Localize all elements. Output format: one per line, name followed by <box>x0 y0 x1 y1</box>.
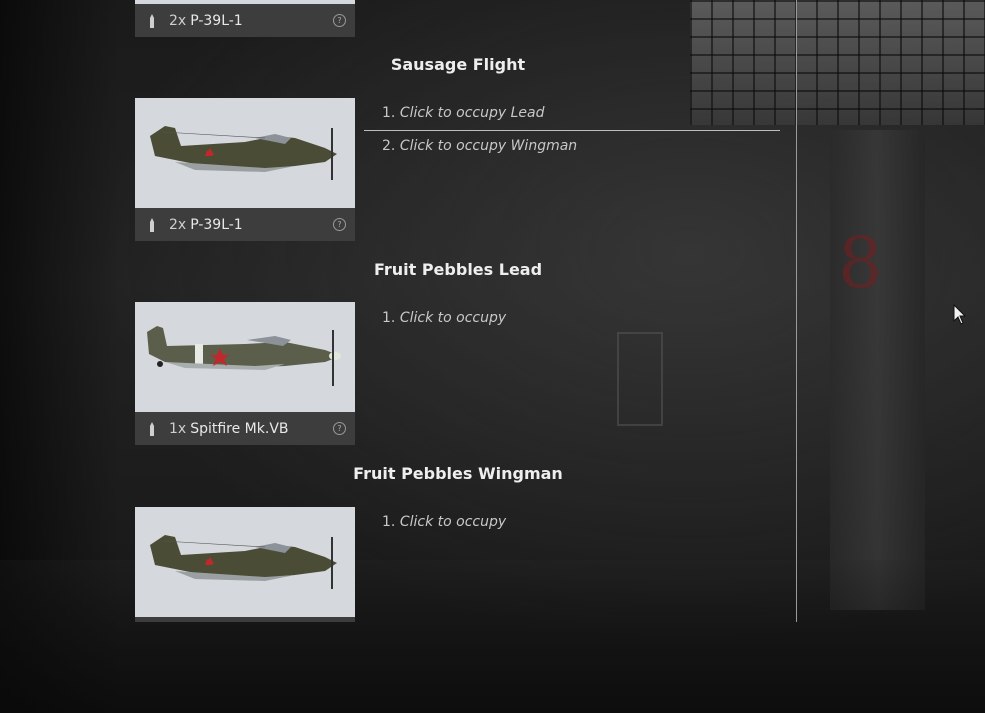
group-title: Sausage Flight <box>390 55 526 74</box>
aircraft-count: 1x <box>169 420 187 437</box>
aircraft-bar: 2x P-39L-1 ? <box>135 208 355 241</box>
aircraft-card[interactable] <box>135 507 355 622</box>
panel-divider-line <box>796 0 797 622</box>
aircraft-card[interactable]: 1x Spitfire Mk.VB ? <box>135 302 355 445</box>
group-title: Fruit Pebbles Wingman <box>353 464 563 483</box>
slot-lead[interactable]: 1. Click to occupy Lead <box>382 105 544 121</box>
aircraft-count: 2x <box>169 216 187 233</box>
aircraft-name: P-39L-1 <box>190 216 243 233</box>
aircraft-image <box>135 302 355 412</box>
slot-number: 1. <box>382 310 396 326</box>
spitfire-aircraft-illustration <box>147 326 341 386</box>
bullet-icon <box>150 217 154 232</box>
aircraft-bar: 1x Spitfire Mk.VB ? <box>135 412 355 445</box>
bullet-icon <box>150 421 154 436</box>
question-circle-icon[interactable]: ? <box>333 14 346 27</box>
aircraft-card[interactable]: 2x P-39L-1 ? <box>135 0 355 37</box>
slot-wingman[interactable]: 2. Click to occupy Wingman <box>382 138 577 154</box>
p39-aircraft-illustration <box>150 126 337 180</box>
aircraft-name: P-39L-1 <box>190 12 243 29</box>
slot-number: 1. <box>382 514 396 530</box>
background-door <box>617 332 663 426</box>
aircraft-bar: 2x P-39L-1 ? <box>135 4 355 37</box>
aircraft-image <box>135 98 355 208</box>
slot-occupy[interactable]: 1. Click to occupy <box>382 310 506 326</box>
question-circle-icon[interactable]: ? <box>333 422 346 435</box>
aircraft-count: 2x <box>169 12 187 29</box>
slot-label: Click to occupy <box>399 514 507 530</box>
p39-aircraft-illustration <box>150 535 337 589</box>
question-circle-icon[interactable]: ? <box>333 218 346 231</box>
slot-label: Click to occupy Lead <box>399 105 545 121</box>
slot-divider <box>364 130 780 131</box>
aircraft-card[interactable]: 2x P-39L-1 ? <box>135 98 355 241</box>
bullet-icon <box>150 13 154 28</box>
slot-occupy[interactable]: 1. Click to occupy <box>382 514 506 530</box>
slot-number: 1. <box>382 105 396 121</box>
aircraft-image <box>135 507 355 617</box>
aircraft-bar <box>135 617 355 622</box>
aircraft-name: Spitfire Mk.VB <box>190 420 289 437</box>
slot-label: Click to occupy <box>399 310 507 326</box>
background-pillar <box>830 130 925 610</box>
mouse-pointer-icon <box>953 304 967 325</box>
background-wall-marking: 8 <box>838 222 883 304</box>
background-hangar-window <box>690 0 985 125</box>
slot-number: 2. <box>382 138 396 154</box>
slot-label: Click to occupy Wingman <box>399 138 578 154</box>
group-title: Fruit Pebbles Lead <box>373 260 543 279</box>
